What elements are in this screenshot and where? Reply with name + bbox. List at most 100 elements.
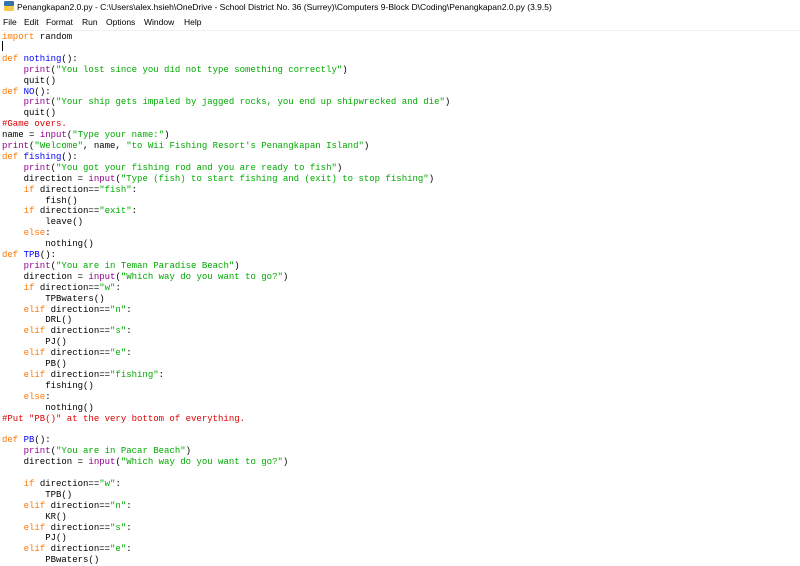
code-token-default: PJ() xyxy=(2,337,67,348)
code-line: #Game overs. xyxy=(2,119,67,130)
code-line: elif direction=="n": xyxy=(2,305,132,316)
code-token-string: "w" xyxy=(99,478,116,489)
code-token-keyword: else xyxy=(23,228,46,239)
code-token-default: : xyxy=(115,282,121,293)
code-token-keyword: elif xyxy=(23,544,46,555)
code-line: PJ() xyxy=(2,533,67,544)
code-token-default: ) xyxy=(282,271,289,282)
code-token-comment: #Game overs. xyxy=(2,119,67,130)
code-line: print("You lost since you did not type s… xyxy=(2,65,348,76)
code-token-default: : xyxy=(126,348,132,359)
code-token-string: "e" xyxy=(110,544,127,555)
code-token-keyword: def xyxy=(2,250,19,260)
code-line: nothing() xyxy=(2,403,94,414)
code-line: PBwaters() xyxy=(2,555,99,566)
menu-options[interactable]: Options xyxy=(106,14,135,30)
code-line: leave() xyxy=(2,217,83,228)
code-line: import random xyxy=(2,32,72,43)
code-token-string: "n" xyxy=(110,500,127,511)
code-token-string: "Type your name:" xyxy=(72,130,165,141)
code-token-default: fish() xyxy=(2,195,78,206)
code-token-keyword: elif xyxy=(23,348,46,359)
title-bar[interactable]: Penangkapan2.0.py - C:\Users\alex.hsieh\… xyxy=(0,0,800,14)
code-line: PB() xyxy=(2,359,67,370)
code-token-default: (): xyxy=(61,53,78,64)
code-token-keyword: if xyxy=(23,206,35,217)
menu-edit[interactable]: Edit xyxy=(24,14,39,30)
code-token-default: : xyxy=(131,184,138,195)
menu-file[interactable]: File xyxy=(3,14,17,30)
code-token-keyword: if xyxy=(23,282,35,293)
code-token-default xyxy=(2,326,24,336)
code-token-comment: #Put "PB()" at the very bottom of everyt… xyxy=(2,413,246,424)
code-token-default: ) xyxy=(444,97,451,108)
code-line: elif direction=="fishing": xyxy=(2,370,164,381)
code-line: if direction=="w": xyxy=(2,479,121,490)
code-token-keyword: import xyxy=(2,32,35,42)
code-token-string: "You are in Pacar Beach" xyxy=(56,446,186,457)
code-token-keyword: else xyxy=(23,391,46,402)
code-line: direction = input("Which way do you want… xyxy=(2,457,289,468)
code-token-string: "e" xyxy=(110,348,127,359)
code-line: def TPB(): xyxy=(2,250,56,261)
menu-run[interactable]: Run xyxy=(82,14,98,30)
code-token-default: (): xyxy=(34,86,51,97)
code-token-default: : xyxy=(115,478,121,489)
code-line: print("You are in Teman Paradise Beach") xyxy=(2,261,240,272)
code-line: def fishing(): xyxy=(2,152,78,163)
code-token-keyword: def xyxy=(2,151,19,162)
code-token-default xyxy=(2,392,24,402)
code-token-default: ) xyxy=(282,457,289,468)
code-token-defname: NO xyxy=(23,86,35,97)
code-line: name = input("Type your name:") xyxy=(2,130,169,141)
code-line: def NO(): xyxy=(2,87,51,98)
code-token-default xyxy=(2,501,24,511)
code-token-default: direction== xyxy=(34,282,100,293)
code-line: fish() xyxy=(2,195,78,207)
code-token-default: PB() xyxy=(2,359,67,369)
code-editor[interactable]: import random def nothing(): print("You l… xyxy=(0,31,800,566)
code-token-default: direction== xyxy=(45,544,111,555)
code-line: elif direction=="s": xyxy=(2,523,132,534)
code-token-string: "Type (fish) to start fishing and (exit)… xyxy=(120,173,429,184)
code-token-default xyxy=(2,97,24,107)
code-token-default: ) xyxy=(342,64,348,75)
code-token-default: direction== xyxy=(45,369,111,380)
menu-format[interactable]: Format xyxy=(46,14,73,30)
code-token-default: ) xyxy=(234,260,240,271)
code-line: if direction=="w": xyxy=(2,283,121,294)
code-token-keyword: elif xyxy=(23,304,46,315)
code-token-keyword: def xyxy=(2,86,19,97)
code-token-default xyxy=(2,206,24,216)
code-token-default: direction== xyxy=(45,500,111,511)
code-line: print("Welcome", name, "to Wii Fishing R… xyxy=(2,141,369,152)
code-token-string: "You got your fishing rod and you are re… xyxy=(56,162,337,173)
code-token-default: : xyxy=(45,228,51,239)
code-token-default: PBwaters() xyxy=(2,555,100,566)
code-token-default: direction = xyxy=(2,271,89,282)
code-token-default: ) xyxy=(185,446,192,457)
code-line: if direction=="exit": xyxy=(2,206,137,217)
code-line: print("You got your fishing rod and you … xyxy=(2,162,343,174)
code-token-string: "You are in Teman Paradise Beach" xyxy=(56,260,235,271)
code-line: else: xyxy=(2,228,51,239)
code-token-default: : xyxy=(126,326,132,337)
code-token-builtin: print xyxy=(23,260,51,271)
code-line: TPB() xyxy=(2,490,72,501)
code-line: elif direction=="e": xyxy=(2,544,132,555)
code-token-keyword: def xyxy=(2,53,19,64)
code-line: quit() xyxy=(2,76,56,87)
code-token-default xyxy=(2,283,24,293)
code-token-builtin: print xyxy=(23,446,51,457)
code-line: direction = input("Type (fish) to start … xyxy=(2,173,435,185)
code-token-default: (): xyxy=(34,435,51,446)
menu-help[interactable]: Help xyxy=(184,14,201,30)
code-token-string: "to Wii Fishing Resort's Penangkapan Isl… xyxy=(126,141,364,151)
code-token-builtin: print xyxy=(23,162,51,173)
code-line: elif direction=="e": xyxy=(2,348,132,359)
code-token-default: random xyxy=(34,32,73,42)
code-line: else: xyxy=(2,392,51,403)
menu-window[interactable]: Window xyxy=(144,14,174,30)
code-token-default: leave() xyxy=(2,217,84,228)
code-token-default xyxy=(2,185,24,195)
